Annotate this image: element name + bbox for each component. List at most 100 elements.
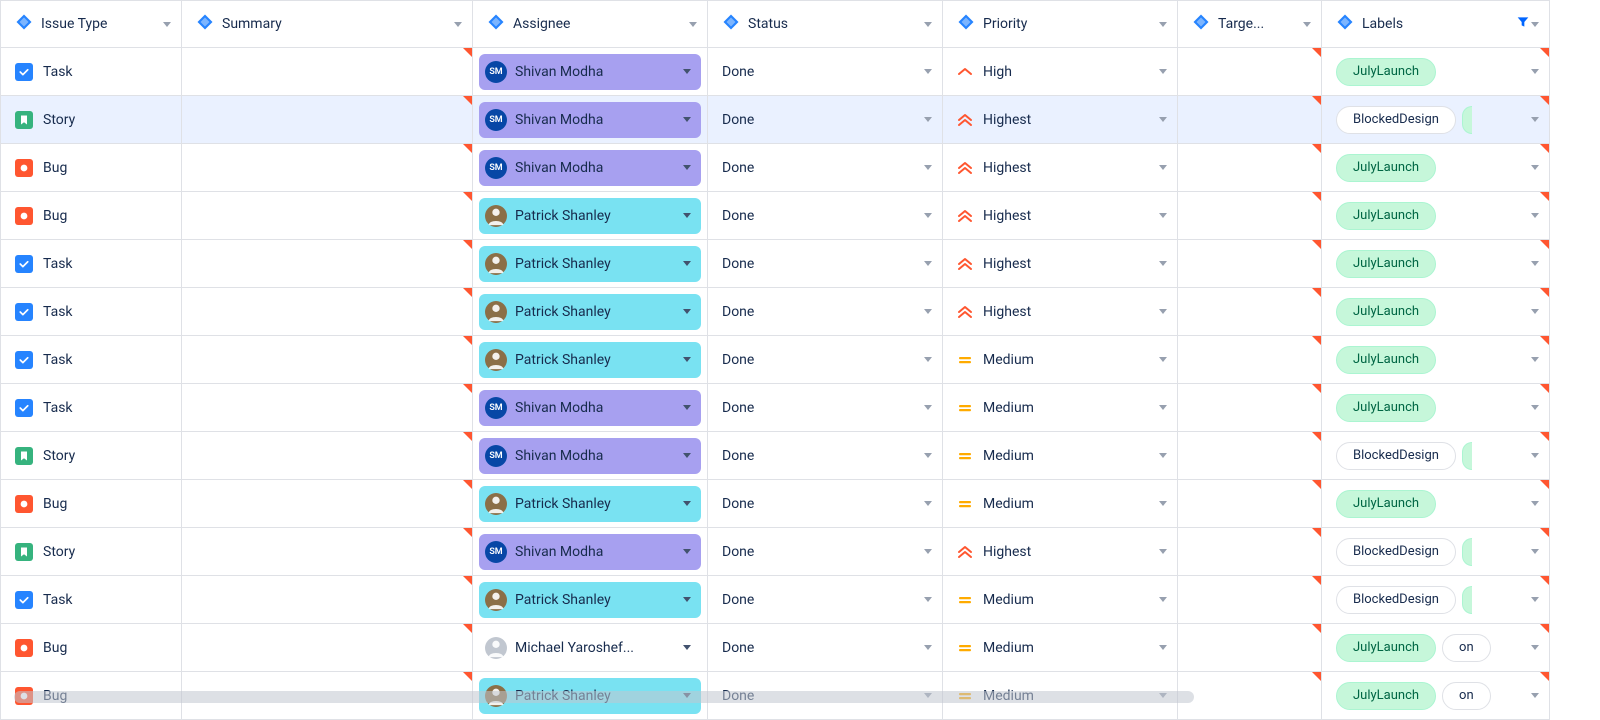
status-cell[interactable]: Done [708, 384, 943, 432]
chevron-down-icon[interactable] [683, 405, 691, 410]
chevron-down-icon[interactable] [683, 309, 691, 314]
chevron-down-icon[interactable] [683, 69, 691, 74]
assignee-cell[interactable]: Patrick Shanley [473, 192, 708, 240]
horizontal-scrollbar[interactable] [14, 691, 1194, 703]
chevron-down-icon[interactable] [1531, 549, 1539, 554]
label-chip[interactable]: on [1442, 682, 1491, 710]
priority-cell[interactable]: Highest [943, 288, 1178, 336]
assignee-pill[interactable]: Patrick Shanley [479, 342, 701, 378]
issue-type-cell[interactable]: Bug [0, 624, 182, 672]
label-chip[interactable]: JulyLaunch [1336, 682, 1436, 710]
priority-cell[interactable]: Medium [943, 336, 1178, 384]
assignee-pill[interactable]: Patrick Shanley [479, 294, 701, 330]
assignee-pill[interactable]: Patrick Shanley [479, 582, 701, 618]
chevron-down-icon[interactable] [163, 22, 171, 27]
assignee-cell[interactable]: Patrick Shanley [473, 480, 708, 528]
priority-cell[interactable]: Medium [943, 384, 1178, 432]
label-chip[interactable]: BlockedDesign [1336, 586, 1456, 614]
chevron-down-icon[interactable] [1531, 693, 1539, 698]
chevron-down-icon[interactable] [683, 453, 691, 458]
chevron-down-icon[interactable] [1531, 357, 1539, 362]
chevron-down-icon[interactable] [924, 453, 932, 458]
chevron-down-icon[interactable] [689, 22, 697, 27]
status-cell[interactable]: Done [708, 144, 943, 192]
assignee-cell[interactable]: SMShivan Modha [473, 96, 708, 144]
summary-cell[interactable] [182, 576, 473, 624]
chevron-down-icon[interactable] [1531, 165, 1539, 170]
label-chip[interactable]: BlockedDesign [1336, 106, 1456, 134]
chevron-down-icon[interactable] [1531, 309, 1539, 314]
summary-cell[interactable] [182, 192, 473, 240]
issue-type-cell[interactable]: Task [0, 336, 182, 384]
chevron-down-icon[interactable] [1531, 69, 1539, 74]
chevron-down-icon[interactable] [924, 309, 932, 314]
labels-cell[interactable]: JulyLaunch [1322, 48, 1550, 96]
chevron-down-icon[interactable] [683, 165, 691, 170]
assignee-cell[interactable]: SMShivan Modha [473, 48, 708, 96]
labels-cell[interactable]: JulyLaunch [1322, 288, 1550, 336]
chevron-down-icon[interactable] [1159, 165, 1167, 170]
column-header[interactable]: Targe... [1178, 0, 1322, 48]
target-cell[interactable] [1178, 144, 1322, 192]
chevron-down-icon[interactable] [683, 261, 691, 266]
chevron-down-icon[interactable] [1531, 453, 1539, 458]
chevron-down-icon[interactable] [924, 501, 932, 506]
chevron-down-icon[interactable] [924, 69, 932, 74]
assignee-pill[interactable]: SMShivan Modha [479, 54, 701, 90]
label-chip[interactable]: JulyLaunch [1336, 202, 1436, 230]
assignee-pill[interactable]: SMShivan Modha [479, 102, 701, 138]
priority-cell[interactable]: Medium [943, 480, 1178, 528]
labels-cell[interactable]: JulyLaunchon [1322, 624, 1550, 672]
labels-cell[interactable]: BlockedDesign [1322, 576, 1550, 624]
status-cell[interactable]: Done [708, 576, 943, 624]
label-chip[interactable]: BlockedDesign [1336, 442, 1456, 470]
column-header[interactable]: Priority [943, 0, 1178, 48]
chevron-down-icon[interactable] [1531, 597, 1539, 602]
target-cell[interactable] [1178, 240, 1322, 288]
issue-type-cell[interactable]: Story [0, 528, 182, 576]
priority-cell[interactable]: Highest [943, 144, 1178, 192]
assignee-cell[interactable]: SMShivan Modha [473, 432, 708, 480]
issue-type-cell[interactable]: Bug [0, 192, 182, 240]
assignee-cell[interactable]: Patrick Shanley [473, 240, 708, 288]
chevron-down-icon[interactable] [924, 22, 932, 27]
priority-cell[interactable]: Highest [943, 192, 1178, 240]
target-cell[interactable] [1178, 528, 1322, 576]
summary-cell[interactable] [182, 528, 473, 576]
target-cell[interactable] [1178, 48, 1322, 96]
issue-type-cell[interactable]: Task [0, 384, 182, 432]
assignee-pill[interactable]: Patrick Shanley [479, 486, 701, 522]
label-chip[interactable]: JulyLaunch [1336, 154, 1436, 182]
label-chip[interactable]: JulyLaunch [1336, 58, 1436, 86]
chevron-down-icon[interactable] [1531, 405, 1539, 410]
chevron-down-icon[interactable] [1159, 405, 1167, 410]
assignee-cell[interactable]: SMShivan Modha [473, 384, 708, 432]
assignee-pill[interactable]: Michael Yaroshef... [479, 630, 701, 666]
chevron-down-icon[interactable] [924, 405, 932, 410]
chevron-down-icon[interactable] [1159, 645, 1167, 650]
chevron-down-icon[interactable] [924, 213, 932, 218]
target-cell[interactable] [1178, 672, 1322, 720]
chevron-down-icon[interactable] [683, 357, 691, 362]
labels-cell[interactable]: JulyLaunch [1322, 144, 1550, 192]
chevron-down-icon[interactable] [1159, 357, 1167, 362]
label-chip[interactable]: JulyLaunch [1336, 394, 1436, 422]
chevron-down-icon[interactable] [924, 357, 932, 362]
target-cell[interactable] [1178, 96, 1322, 144]
priority-cell[interactable]: Highest [943, 528, 1178, 576]
summary-cell[interactable] [182, 336, 473, 384]
chevron-down-icon[interactable] [1159, 501, 1167, 506]
summary-cell[interactable] [182, 96, 473, 144]
assignee-cell[interactable]: Patrick Shanley [473, 288, 708, 336]
priority-cell[interactable]: Medium [943, 576, 1178, 624]
column-header[interactable]: Status [708, 0, 943, 48]
summary-cell[interactable] [182, 480, 473, 528]
status-cell[interactable]: Done [708, 240, 943, 288]
chevron-down-icon[interactable] [1159, 213, 1167, 218]
assignee-cell[interactable]: Patrick Shanley [473, 576, 708, 624]
chevron-down-icon[interactable] [1159, 22, 1167, 27]
labels-cell[interactable]: BlockedDesign [1322, 96, 1550, 144]
label-chip[interactable]: BlockedDesign [1336, 538, 1456, 566]
chevron-down-icon[interactable] [1159, 117, 1167, 122]
priority-cell[interactable]: Medium [943, 432, 1178, 480]
